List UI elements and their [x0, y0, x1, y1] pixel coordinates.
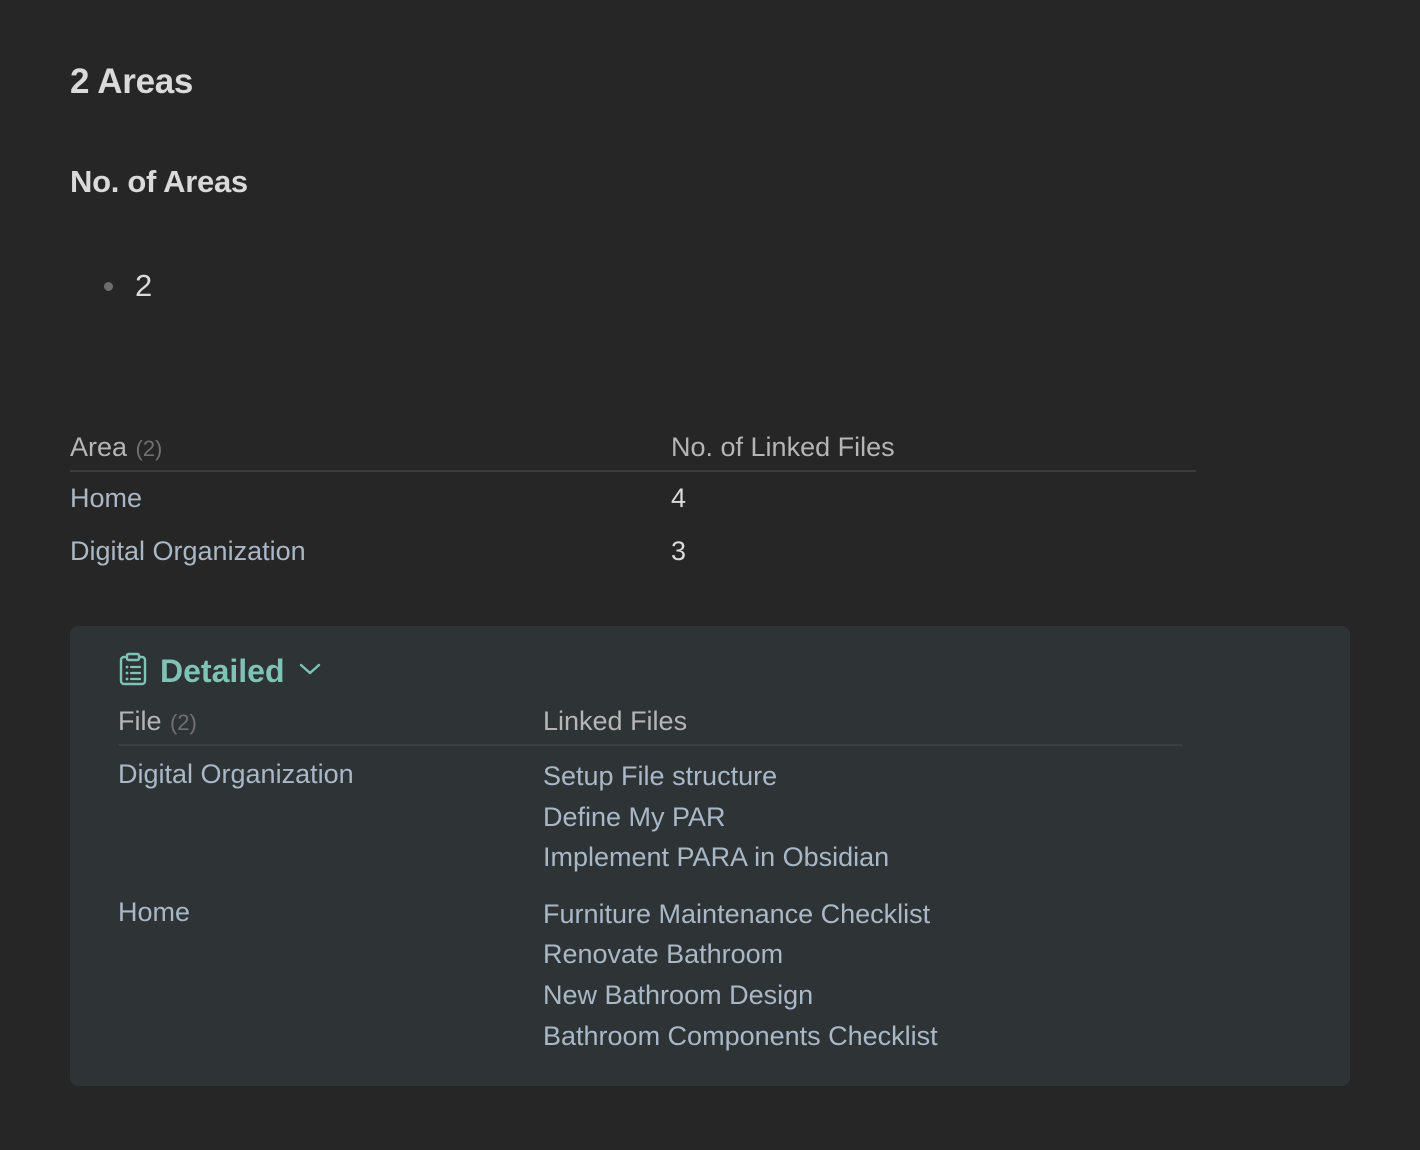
- areas-table: Area (2) No. of Linked Files Home 4 Digi…: [70, 424, 1196, 578]
- area-link-digital-organization[interactable]: Digital Organization: [70, 536, 306, 566]
- column-header-area[interactable]: Area (2): [70, 432, 671, 463]
- linked-file-link[interactable]: New Bathroom Design: [543, 975, 1182, 1016]
- row-count: (2): [135, 435, 163, 461]
- area-count-value: 2: [135, 268, 153, 303]
- linked-file-link[interactable]: Implement PARA in Obsidian: [543, 837, 1182, 878]
- section-heading: No. of Areas: [70, 164, 248, 199]
- column-header-label: File: [118, 705, 162, 736]
- callout-title-text: Detailed: [160, 653, 285, 689]
- column-header-linked-files[interactable]: No. of Linked Files: [671, 432, 1196, 463]
- column-header-label: Linked Files: [543, 705, 688, 736]
- column-header-file[interactable]: File (2): [118, 706, 543, 737]
- linked-file-link[interactable]: Renovate Bathroom: [543, 934, 1182, 975]
- column-header-linked-files[interactable]: Linked Files: [543, 706, 1182, 737]
- list-item: 2: [104, 268, 152, 304]
- chevron-down-icon[interactable]: [298, 661, 322, 682]
- area-link-home[interactable]: Home: [70, 483, 142, 513]
- linked-files-count: 4: [671, 483, 687, 513]
- table-row: Digital Organization 3: [70, 525, 1196, 578]
- file-link-digital-organization[interactable]: Digital Organization: [118, 759, 354, 789]
- column-header-label: Area: [70, 431, 128, 462]
- clipboard-list-icon: [118, 652, 148, 691]
- linked-files-count: 3: [671, 536, 687, 566]
- linked-file-link[interactable]: Define My PAR: [543, 797, 1182, 838]
- linked-file-link[interactable]: Bathroom Components Checklist: [543, 1016, 1182, 1057]
- linked-file-link[interactable]: Furniture Maintenance Checklist: [543, 894, 1182, 935]
- table-row: Home Furniture Maintenance Checklist Ren…: [118, 878, 1182, 1056]
- detailed-table: File (2) Linked Files Digital Organizati…: [118, 698, 1182, 1056]
- column-header-label: No. of Linked Files: [671, 431, 895, 462]
- linked-file-link[interactable]: Setup File structure: [543, 756, 1182, 797]
- table-row: Home 4: [70, 472, 1196, 525]
- note-page: 2 Areas No. of Areas 2 Area (2) No. of L…: [0, 0, 1420, 1150]
- table-header: Area (2) No. of Linked Files: [70, 424, 1196, 472]
- page-heading: 2 Areas: [70, 62, 194, 101]
- table-row: Digital Organization Setup File structur…: [118, 746, 1182, 878]
- file-link-home[interactable]: Home: [118, 897, 190, 927]
- table-header: File (2) Linked Files: [118, 698, 1182, 746]
- callout-title[interactable]: Detailed: [118, 652, 322, 691]
- detailed-callout: Detailed File (2) Linked Files Digital O…: [70, 626, 1350, 1086]
- bullet-icon: [104, 281, 113, 291]
- row-count: (2): [169, 709, 197, 735]
